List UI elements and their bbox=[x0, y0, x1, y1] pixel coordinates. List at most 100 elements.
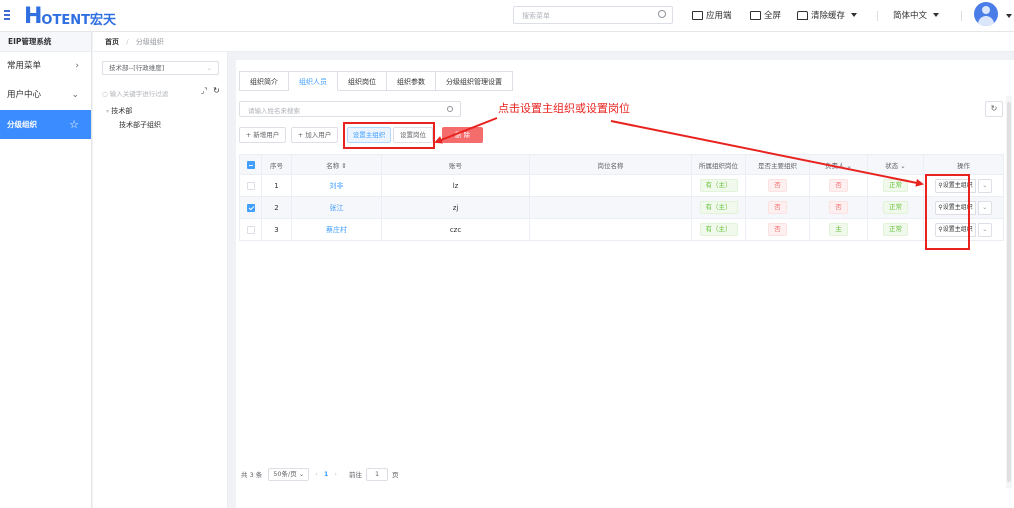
app-side-button[interactable]: 应用端 bbox=[692, 9, 732, 21]
org-post-tag: 有（主） bbox=[699, 179, 738, 192]
table-row[interactable]: 2 张江 zj 有（主） 否 否 正常 ⚲设置主组织 ⌄ bbox=[239, 196, 1004, 219]
add-user-button[interactable]: + 新增用户 bbox=[239, 127, 286, 143]
logo: H OTENT宏天 bbox=[24, 3, 116, 29]
member-search-input[interactable]: 请输入姓名来搜索 bbox=[239, 101, 461, 117]
cell-index: 3 bbox=[261, 218, 292, 241]
sidebar-item-hierarchical-org[interactable]: 分级组织 ☆ bbox=[0, 110, 91, 139]
cell-account: zj bbox=[381, 196, 530, 219]
cell-post bbox=[529, 196, 692, 219]
sidebar-item-common-menu[interactable]: 常用菜单 › bbox=[0, 52, 91, 81]
annotation-text: 点击设置主组织或设置岗位 bbox=[498, 102, 630, 115]
fullscreen-label: 全屏 bbox=[764, 11, 782, 21]
member-search-placeholder: 请输入姓名来搜索 bbox=[248, 107, 300, 115]
breadcrumb-current: 分级组织 bbox=[135, 38, 164, 46]
row-checkbox[interactable] bbox=[246, 203, 255, 212]
scrollbar[interactable] bbox=[1006, 96, 1012, 488]
search-icon[interactable] bbox=[447, 106, 453, 112]
monitor-icon bbox=[692, 10, 703, 20]
chevron-down-icon[interactable]: ⌄ bbox=[977, 200, 992, 215]
pagination: 共 3 条 50条/页 ⌄ ‹ 1 › 前往 1 页 bbox=[241, 467, 399, 481]
select-all-checkbox[interactable] bbox=[246, 160, 255, 169]
col-header-is-main: 是否主要组织 bbox=[745, 154, 810, 175]
tree-filter-placeholder: 输入关键字进行过滤 bbox=[109, 90, 169, 98]
table-row[interactable]: 1 刘非 lz 有（主） 否 否 正常 ⚲设置主组织 ⌄ bbox=[239, 174, 1004, 197]
main-panel: 组织简介 组织人员 组织岗位 组织参数 分级组织管理设置 请输入姓名来搜索 点击… bbox=[236, 60, 1014, 508]
dimension-select[interactable]: 技术部--[行政维度] ⌄ bbox=[102, 61, 219, 75]
sidebar: EIP管理系统 常用菜单 › 用户中心 ⌄ 分级组织 ☆ bbox=[0, 32, 92, 508]
logo-mark: H bbox=[24, 3, 42, 29]
sidebar-title: EIP管理系统 bbox=[0, 32, 91, 52]
row-checkbox[interactable] bbox=[246, 225, 255, 234]
fullscreen-icon bbox=[750, 10, 761, 20]
refresh-icon[interactable]: ↻ bbox=[213, 86, 220, 95]
org-post-tag: 有（主） bbox=[699, 201, 738, 214]
chevron-down-icon: ⌄ bbox=[71, 90, 79, 100]
logo-text: OTENT宏天 bbox=[41, 12, 116, 28]
user-name-link[interactable]: 张江 bbox=[330, 204, 344, 212]
tree-node-child[interactable]: 技术部子组织 bbox=[119, 120, 161, 130]
user-name-link[interactable]: 刘非 bbox=[330, 182, 344, 190]
next-page-button[interactable]: › bbox=[334, 470, 337, 478]
breadcrumb-separator: / bbox=[126, 38, 129, 46]
tab-org-posts[interactable]: 组织岗位 bbox=[338, 71, 387, 91]
col-header-account: 账号 bbox=[381, 154, 530, 175]
tree-filter-input[interactable]: ○ 输入关键字进行过滤 bbox=[102, 88, 168, 98]
col-header-leader[interactable]: 负责人 ⌄ bbox=[809, 154, 868, 175]
status-tag: 正常 bbox=[883, 179, 908, 192]
col-header-post: 岗位名称 bbox=[529, 154, 692, 175]
divider bbox=[961, 11, 962, 21]
join-user-button[interactable]: + 加入用户 bbox=[291, 127, 338, 143]
goto-page-input[interactable]: 1 bbox=[366, 467, 389, 481]
page-size-select[interactable]: 50条/页 ⌄ bbox=[268, 467, 310, 481]
status-tag: 正常 bbox=[883, 201, 908, 214]
leader-tag: 主 bbox=[829, 223, 848, 236]
chevron-down-icon bbox=[851, 13, 858, 17]
table-row[interactable]: 3 蔡庄村 czc 有（主） 否 主 正常 ⚲设置主组织 ⌄ bbox=[239, 218, 1004, 241]
page-number[interactable]: 1 bbox=[324, 470, 329, 478]
language-select[interactable]: 简体中文 bbox=[893, 9, 940, 21]
cell-account: czc bbox=[381, 218, 530, 241]
col-header-status[interactable]: 状态 ⌄ bbox=[867, 154, 924, 175]
caret-down-icon: ▾ bbox=[106, 108, 110, 115]
tab-bar: 组织简介 组织人员 组织岗位 组织参数 分级组织管理设置 bbox=[239, 71, 513, 91]
row-checkbox[interactable] bbox=[246, 181, 255, 190]
tree-node-label: 技术部 bbox=[111, 107, 133, 115]
tab-org-members[interactable]: 组织人员 bbox=[289, 71, 338, 91]
table-header-row: 序号 名称 ⇕ 账号 岗位名称 所属组织岗位 是否主要组织 负责人 ⌄ 状态 ⌄… bbox=[239, 154, 1004, 175]
clear-cache-button[interactable]: 清除缓存 bbox=[797, 9, 858, 21]
breadcrumb-home[interactable]: 首页 bbox=[105, 38, 119, 46]
tree-node-label: 技术部子组织 bbox=[119, 121, 161, 129]
tree-node-root[interactable]: ▾ 技术部 bbox=[106, 106, 132, 116]
pager-total: 共 3 条 bbox=[241, 471, 263, 479]
is-main-tag: 否 bbox=[768, 223, 787, 236]
user-name-link[interactable]: 蔡庄村 bbox=[326, 226, 347, 234]
is-main-tag: 否 bbox=[768, 201, 787, 214]
refresh-button[interactable]: ↻ bbox=[985, 101, 1003, 117]
chevron-down-icon[interactable] bbox=[1006, 14, 1012, 18]
chevron-down-icon[interactable]: ⌄ bbox=[977, 222, 992, 237]
sidebar-item-user-center[interactable]: 用户中心 ⌄ bbox=[0, 81, 91, 110]
language-label: 简体中文 bbox=[893, 11, 928, 21]
chevron-down-icon[interactable]: ⌄ bbox=[977, 178, 992, 193]
search-icon[interactable] bbox=[658, 10, 666, 18]
cell-index: 2 bbox=[261, 196, 292, 219]
clear-cache-label: 清除缓存 bbox=[811, 11, 846, 21]
cell-account: lz bbox=[381, 174, 530, 197]
menu-toggle-icon[interactable] bbox=[4, 10, 10, 20]
dimension-select-value: 技术部--[行政维度] bbox=[109, 64, 165, 72]
star-icon[interactable]: ☆ bbox=[69, 110, 79, 139]
select-all-cell[interactable] bbox=[239, 154, 262, 175]
menu-search-input[interactable]: 搜索菜单 bbox=[513, 6, 673, 24]
col-header-name[interactable]: 名称 ⇕ bbox=[291, 154, 382, 175]
fullscreen-button[interactable]: 全屏 bbox=[750, 9, 781, 21]
status-tag: 正常 bbox=[883, 223, 908, 236]
chevron-right-icon: › bbox=[75, 61, 79, 71]
tab-org-admin-settings[interactable]: 分级组织管理设置 bbox=[436, 71, 513, 91]
chevron-down-icon bbox=[933, 13, 940, 17]
avatar[interactable] bbox=[974, 2, 998, 26]
tab-org-intro[interactable]: 组织简介 bbox=[239, 71, 289, 91]
tab-org-params[interactable]: 组织参数 bbox=[387, 71, 436, 91]
delete-button[interactable]: 删 除 bbox=[442, 127, 483, 143]
collapse-icon[interactable]: ⌟⌝ bbox=[201, 87, 208, 95]
prev-page-button[interactable]: ‹ bbox=[315, 470, 318, 478]
